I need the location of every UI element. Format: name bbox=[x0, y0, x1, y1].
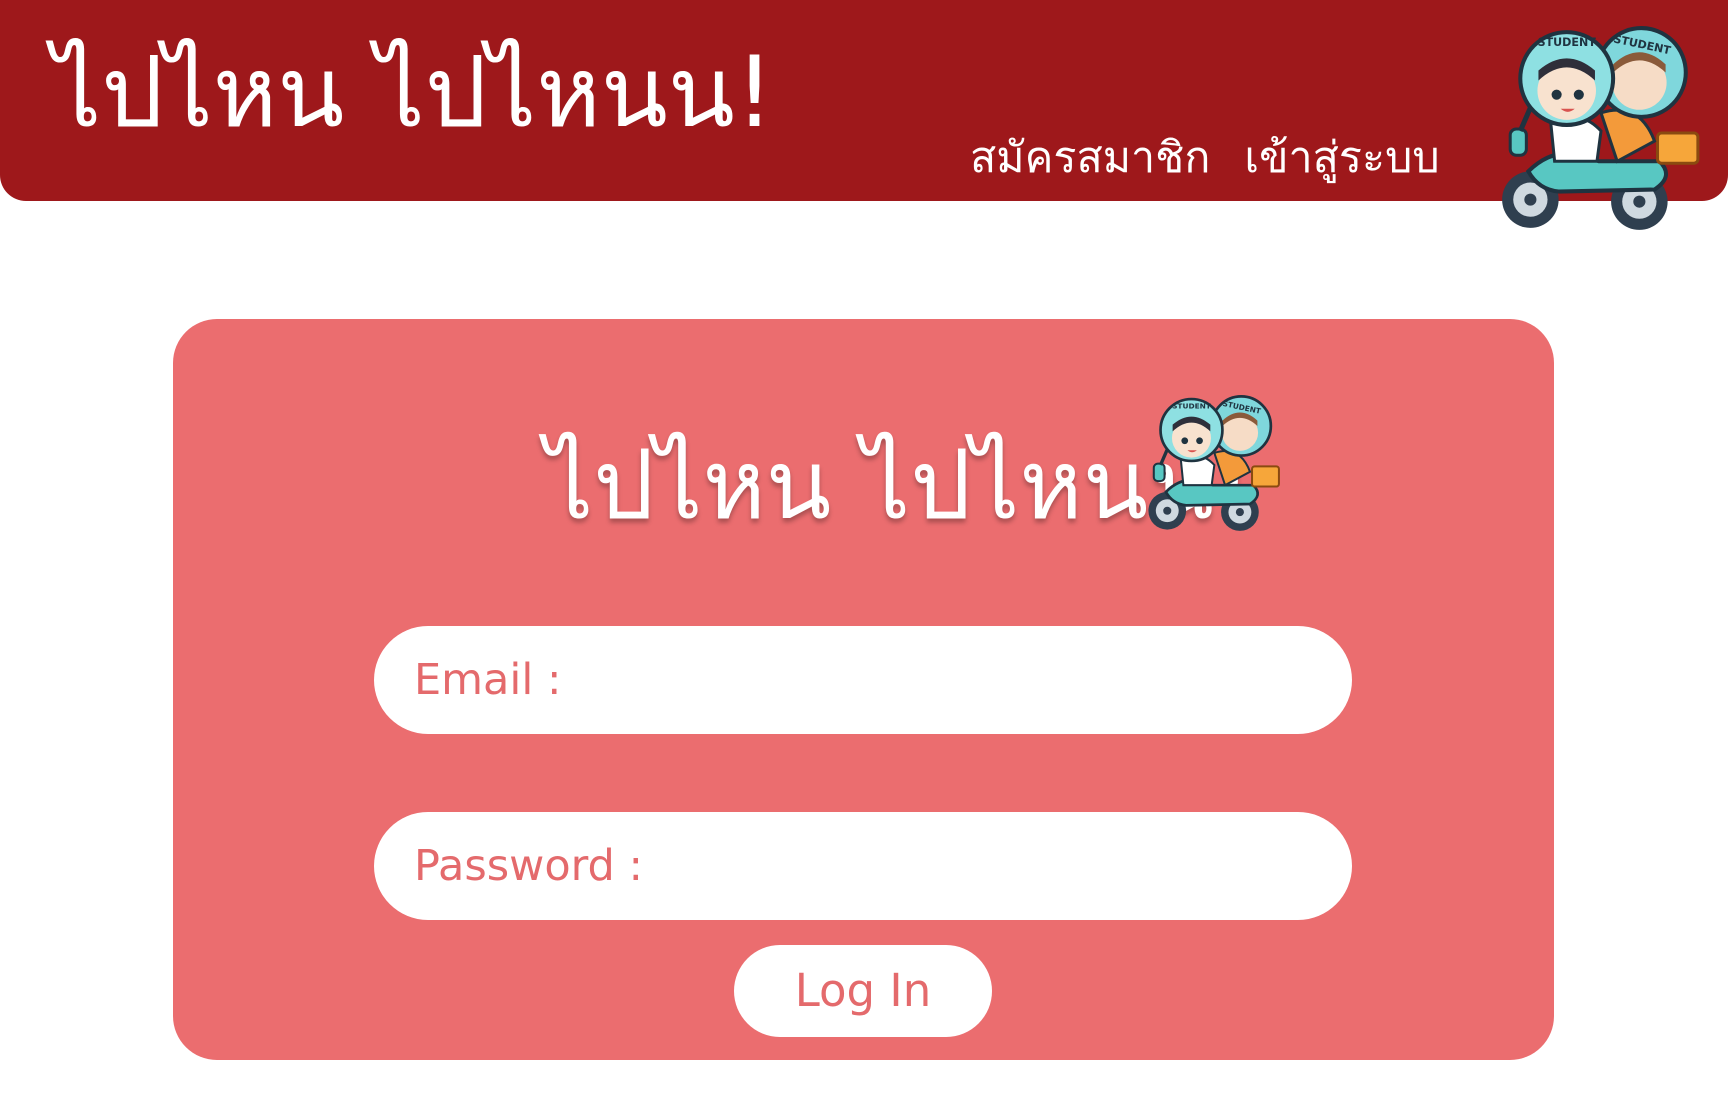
login-card-title: ไปไหน ไปไหนน! bbox=[545, 429, 1253, 541]
student-motorbike-icon bbox=[1146, 394, 1281, 533]
student-motorbike-icon[interactable] bbox=[1486, 20, 1712, 242]
login-card: ไปไหน ไปไหนน! Log In bbox=[173, 319, 1554, 1060]
login-button[interactable]: Log In bbox=[734, 945, 992, 1037]
email-field[interactable] bbox=[374, 626, 1352, 734]
brand-title[interactable]: ไปไหน ไปไหนน! bbox=[52, 28, 774, 158]
nav-register-link[interactable]: สมัครสมาชิก bbox=[970, 128, 1210, 188]
top-nav: สมัครสมาชิก เข้าสู่ระบบ bbox=[970, 128, 1440, 188]
nav-login-link[interactable]: เข้าสู่ระบบ bbox=[1244, 128, 1439, 188]
password-field[interactable] bbox=[374, 812, 1352, 920]
top-header: ไปไหน ไปไหนน! สมัครสมาชิก เข้าสู่ระบบ bbox=[0, 0, 1728, 201]
